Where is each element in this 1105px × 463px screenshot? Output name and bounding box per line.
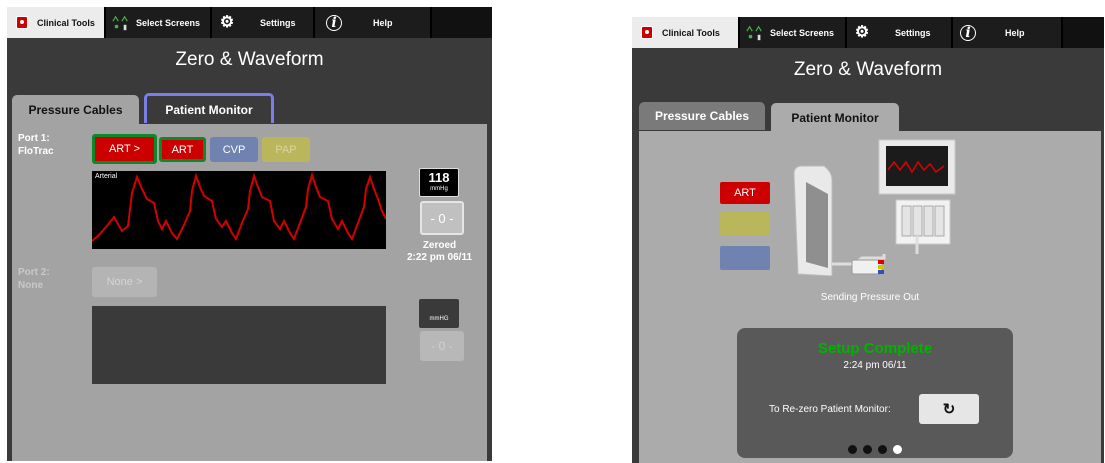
tab-help-label: Help [373, 17, 393, 28]
channel-pap-button[interactable]: PAP [262, 137, 310, 162]
rezero-button[interactable]: ↻ [919, 394, 979, 424]
pressure-value-display: 118 mmHg [419, 168, 459, 197]
clinical-tools-icon [13, 14, 31, 32]
select-screens-icon [112, 14, 130, 32]
port1-select-button[interactable]: ART > [92, 134, 157, 164]
pap-channel-block [720, 212, 770, 236]
port2-value-display: mmHG [419, 299, 459, 328]
channel-art-button[interactable]: ART [159, 137, 206, 162]
pressure-cables-content: Port 1: FloTrac ART > ART CVP PAP Arteri… [12, 124, 487, 461]
port1-label: Port 1: FloTrac [18, 132, 54, 158]
pager-dot-active [893, 445, 902, 454]
setup-complete-box: Setup Complete 2:24 pm 06/11 To Re-zero … [737, 328, 1013, 458]
pager-dots [737, 441, 1013, 459]
select-screens-icon [746, 24, 764, 42]
tab-select-screens-label: Select Screens [770, 27, 835, 38]
port2-waveform-area [92, 306, 386, 384]
tab-settings[interactable]: ⚙ Settings [212, 7, 315, 38]
zeroed-status-time: 2:22 pm 06/11 [406, 252, 473, 263]
cvp-channel-block [720, 246, 770, 270]
gear-icon: ⚙ [219, 13, 235, 31]
channel-cvp-button[interactable]: CVP [210, 137, 258, 162]
tab-clinical-tools-label: Clinical Tools [37, 17, 95, 28]
port2-label-line2: None [18, 280, 43, 291]
art-channel-block: ART [720, 182, 770, 204]
page-title: Zero & Waveform [175, 49, 324, 70]
pager-dot [848, 445, 857, 454]
tab-clinical-tools-label: Clinical Tools [662, 27, 720, 38]
tab-select-screens[interactable]: Select Screens [740, 17, 847, 48]
patient-monitor-content: ART Sending Pressure Out Setup Complete … [639, 131, 1101, 463]
tab-pressure-cables[interactable]: Pressure Cables [639, 102, 765, 130]
port2-select-button[interactable]: None > [92, 267, 157, 297]
pager-dot [878, 445, 887, 454]
pressure-unit: mmHg [430, 186, 448, 192]
tab-clinical-tools[interactable]: Clinical Tools [632, 17, 740, 48]
setup-status: Setup Complete [817, 340, 933, 357]
tab-patient-monitor[interactable]: Patient Monitor [144, 93, 274, 123]
info-icon: i [325, 14, 343, 32]
clinical-tools-icon [638, 24, 656, 42]
port2-unit: mmHG [429, 316, 449, 322]
tab-select-screens-label: Select Screens [136, 17, 201, 28]
port2-label-line1: Port 2: [18, 267, 50, 278]
tab-help[interactable]: i Help [953, 17, 1063, 48]
setup-time: 2:24 pm 06/11 [843, 360, 907, 371]
tab-settings-label: Settings [260, 17, 296, 28]
refresh-icon: ↻ [942, 401, 956, 418]
zeroed-status: Zeroed 2:22 pm 06/11 [392, 240, 487, 264]
pressure-value: 118 [428, 170, 450, 185]
rezero-label: To Re-zero Patient Monitor: [769, 404, 891, 415]
pressure-out-illustration [793, 139, 956, 276]
gear-icon: ⚙ [854, 23, 870, 41]
tab-help[interactable]: i Help [315, 7, 432, 38]
waveform-trace [92, 171, 386, 242]
tab-patient-monitor[interactable]: Patient Monitor [771, 103, 899, 133]
tab-settings-label: Settings [895, 27, 931, 38]
tab-settings[interactable]: ⚙ Settings [847, 17, 953, 48]
port2-label: Port 2: None [18, 266, 50, 292]
sending-pressure-label: Sending Pressure Out [820, 292, 920, 303]
top-nav-bar: Clinical Tools Select Screens ⚙ Settings… [632, 17, 1104, 48]
port1-label-line2: FloTrac [18, 146, 54, 157]
zero-waveform-patient-monitor-panel: Clinical Tools Select Screens ⚙ Settings… [632, 17, 1104, 463]
port2-zero-button[interactable]: - 0 - [420, 331, 464, 361]
tab-select-screens[interactable]: Select Screens [106, 7, 212, 38]
zero-button[interactable]: - 0 - [420, 201, 464, 235]
zeroed-status-line1: Zeroed [422, 240, 457, 251]
tab-help-label: Help [1005, 27, 1025, 38]
pager-dot [863, 445, 872, 454]
top-nav-bar: Clinical Tools Select Screens ⚙ Settings… [7, 7, 492, 38]
zero-waveform-pressure-cables-panel: Clinical Tools Select Screens ⚙ Settings… [7, 7, 492, 461]
port1-label-line1: Port 1: [18, 133, 50, 144]
info-icon: i [959, 24, 977, 42]
page-title: Zero & Waveform [793, 59, 943, 80]
arterial-waveform: Arterial [92, 171, 386, 249]
tab-pressure-cables[interactable]: Pressure Cables [12, 95, 139, 125]
tab-clinical-tools[interactable]: Clinical Tools [7, 7, 106, 38]
